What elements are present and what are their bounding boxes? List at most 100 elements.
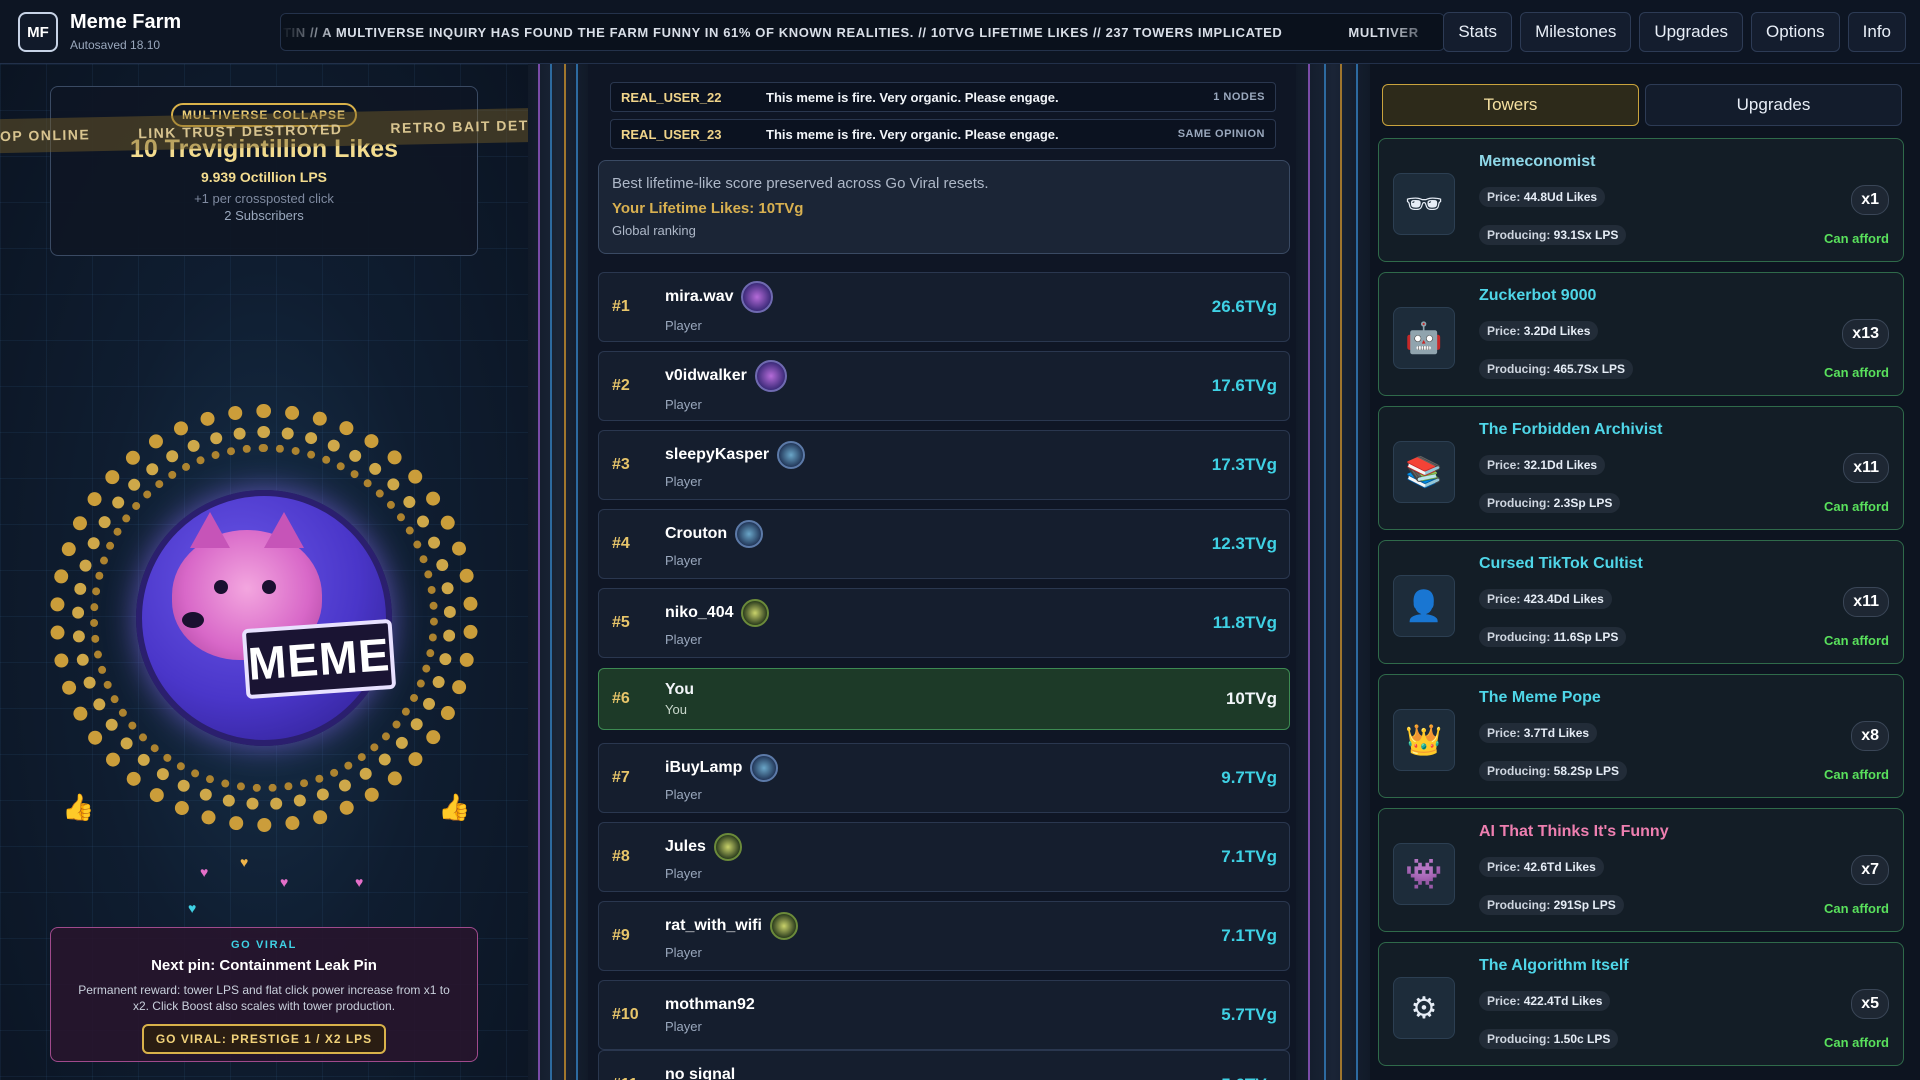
tower-price: Price: 44.8Ud Likes bbox=[1479, 187, 1606, 207]
producing-value: 2.3Sp LPS bbox=[1553, 496, 1613, 510]
tower-producing: Producing: 58.2Sp LPS bbox=[1479, 761, 1628, 781]
leaderboard-player: iBuyLamp Player bbox=[665, 754, 1169, 802]
price-value: 42.6Td Likes bbox=[1523, 860, 1596, 874]
tower-producing: Producing: 93.1Sx LPS bbox=[1479, 225, 1627, 245]
tower-count: x1 bbox=[1851, 185, 1889, 215]
leaderboard-row[interactable]: #7 iBuyLamp Player 9.7TVg bbox=[598, 743, 1290, 813]
stats-button[interactable]: Stats bbox=[1443, 12, 1513, 52]
tower-portrait-icon: 🤖 bbox=[1393, 307, 1455, 369]
tower-price: Price: 423.4Dd Likes bbox=[1479, 589, 1612, 609]
tower-card[interactable]: 🕶 Memeconomist Price: 44.8Ud Likes Producin… bbox=[1378, 138, 1904, 262]
player-name: mothman92 bbox=[665, 996, 755, 1013]
price-label: Price: bbox=[1487, 860, 1521, 874]
player-name: niko_404 bbox=[665, 604, 734, 621]
leaderboard-row[interactable]: #5 niko_404 Player 11.8TVg bbox=[598, 588, 1290, 658]
tower-card[interactable]: ⚙ The Algorithm Itself Price: 422.4Td Like… bbox=[1378, 942, 1904, 1066]
tower-count: x7 bbox=[1851, 855, 1889, 885]
leaderboard-row[interactable]: #6 You You 10TVg bbox=[598, 668, 1290, 730]
player-score: 26.6TVg bbox=[1211, 297, 1277, 316]
player-badge-icon bbox=[769, 912, 798, 940]
producing-label: Producing: bbox=[1487, 1032, 1551, 1046]
leaderboard-player: sleepyKasper Player bbox=[665, 441, 1169, 489]
tab-towers[interactable]: Towers bbox=[1382, 84, 1639, 126]
leaderboard-row[interactable]: #2 v0idwalker Player 17.6TVg bbox=[598, 351, 1290, 421]
meme-label: MEME bbox=[241, 618, 397, 700]
player-name-line: You bbox=[665, 681, 1169, 699]
tower-count: x11 bbox=[1843, 587, 1889, 617]
player-badge-icon bbox=[754, 360, 787, 392]
player-badge-icon bbox=[777, 441, 806, 469]
leaderboard-rank: #3 bbox=[612, 456, 630, 473]
player-name: iBuyLamp bbox=[665, 759, 743, 776]
leaderboard-rank: #5 bbox=[612, 614, 630, 631]
tower-name: AI That Thinks It's Funny bbox=[1479, 823, 1669, 840]
towers-tabs: Towers Upgrades bbox=[1382, 84, 1902, 126]
producing-value: 58.2Sp LPS bbox=[1553, 764, 1620, 778]
tab-upgrades[interactable]: Upgrades bbox=[1645, 84, 1902, 126]
producing-value: 11.6Sp LPS bbox=[1553, 630, 1619, 644]
leaderboard-player: mira.wav Player bbox=[665, 281, 1169, 333]
tower-card[interactable]: 👾 AI That Thinks It's Funny Price: 42.6Td … bbox=[1378, 808, 1904, 932]
autosave-status: Autosaved 18.10 bbox=[70, 38, 161, 52]
player-badge-icon bbox=[713, 833, 742, 861]
price-value: 3.7Td Likes bbox=[1523, 726, 1590, 740]
leaderboard-row[interactable]: #4 Crouton Player 12.3TVg bbox=[598, 509, 1290, 579]
leaderboard-row[interactable]: #3 sleepyKasper Player 17.3TVg bbox=[598, 430, 1290, 500]
tower-card[interactable]: 🤖 Zuckerbot 9000 Price: 3.2Dd Likes Produci… bbox=[1378, 272, 1904, 396]
likes-per-second: 9.939 Octillion LPS bbox=[200, 169, 328, 185]
go-viral-button[interactable]: GO VIRAL: PRESTIGE 1 / X2 LPS bbox=[141, 1024, 387, 1054]
tower-card[interactable]: 📚 The Forbidden Archivist Price: 32.1Dd Li… bbox=[1378, 406, 1904, 530]
tower-card[interactable]: 👑 The Meme Pope Price: 3.7Td Likes Producin… bbox=[1378, 674, 1904, 798]
tower-producing: Producing: 11.6Sp LPS bbox=[1479, 627, 1627, 647]
options-button[interactable]: Options bbox=[1751, 12, 1840, 52]
producing-label: Producing: bbox=[1487, 496, 1551, 510]
player-role: Player bbox=[665, 397, 702, 412]
price-label: Price: bbox=[1487, 726, 1521, 740]
leaderboard-player: You You bbox=[665, 681, 1169, 717]
gutter-line bbox=[564, 64, 566, 1080]
stage-badge: MULTIVERSE COLLAPSE bbox=[170, 103, 358, 127]
producing-value: 465.7Sx LPS bbox=[1553, 362, 1626, 376]
tower-price: Price: 3.7Td Likes bbox=[1479, 723, 1598, 743]
doge-eye-left bbox=[214, 580, 228, 594]
leaderboard-row[interactable]: #10 mothman92 Player 5.7TVg bbox=[598, 980, 1290, 1050]
likes-total: 10 Trevigintillion Likes bbox=[129, 135, 399, 163]
afford-status: Can afford bbox=[1824, 499, 1889, 514]
player-role: Player bbox=[665, 553, 702, 568]
info-button[interactable]: Info bbox=[1847, 12, 1906, 52]
leaderboard-rank: #9 bbox=[612, 927, 630, 944]
player-score: 11.8TVg bbox=[1212, 613, 1277, 632]
player-role: Player bbox=[665, 787, 702, 802]
leaderboard-row[interactable]: #9 rat_with_wifi Player 7.1TVg bbox=[598, 901, 1290, 971]
go-viral-title: GO VIRAL bbox=[231, 939, 297, 951]
player-name: rat_with_wifi bbox=[665, 917, 762, 934]
milestones-button[interactable]: Milestones bbox=[1520, 12, 1632, 52]
decorative-gutter-left bbox=[528, 64, 588, 1080]
leaderboard-row[interactable]: #1 mira.wav Player 26.6TVg bbox=[598, 272, 1290, 342]
app-title: Meme Farm bbox=[70, 11, 182, 33]
ticker-fade-left bbox=[281, 14, 341, 50]
player-name: sleepyKasper bbox=[665, 446, 770, 463]
producing-label: Producing: bbox=[1487, 630, 1551, 644]
tower-card[interactable]: 👤 Cursed TikTok Cultist Price: 423.4Dd Lik… bbox=[1378, 540, 1904, 664]
gutter-line bbox=[538, 64, 540, 1080]
tower-count: x11 bbox=[1843, 453, 1889, 483]
leaderboard-row[interactable]: #8 Jules Player 7.1TVg bbox=[598, 822, 1290, 892]
leaderboard-rank: #10 bbox=[612, 1006, 639, 1023]
leaderboard-row[interactable]: #11no signalPlayer5.6TVg bbox=[598, 1050, 1290, 1080]
heart-icon: ♥ bbox=[200, 864, 209, 880]
player-name: no signal bbox=[665, 1066, 736, 1080]
player-badge-icon bbox=[750, 754, 779, 782]
doge-ear-left bbox=[190, 512, 230, 548]
tower-portrait-icon: ⚙ bbox=[1393, 977, 1455, 1039]
upgrades-button[interactable]: Upgrades bbox=[1639, 12, 1744, 52]
feed-message: This meme is fire. Very organic. Please … bbox=[766, 89, 1059, 105]
price-label: Price: bbox=[1487, 324, 1521, 338]
producing-value: 291Sp LPS bbox=[1553, 898, 1616, 912]
leaderboard-panel: REAL_USER_22 This meme is fire. Very org… bbox=[588, 64, 1296, 1080]
clicker-panel: MULTIVERSE COLLAPSE 10 Trevigintillion L… bbox=[0, 64, 528, 1080]
player-badge-icon bbox=[741, 599, 770, 627]
meme-click-button[interactable]: MEME bbox=[50, 404, 478, 832]
decorative-gutter-right bbox=[1296, 64, 1370, 1080]
next-pin: Next pin: Containment Leak Pin bbox=[151, 957, 377, 974]
